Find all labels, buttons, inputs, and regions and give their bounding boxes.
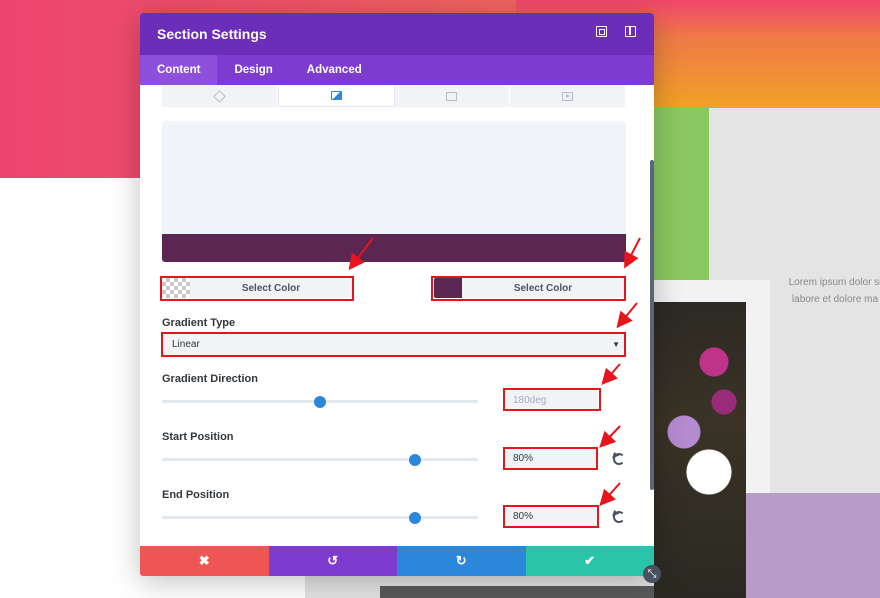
cancel-button[interactable]: ✖ <box>140 546 269 576</box>
subtab-image[interactable] <box>395 85 511 107</box>
save-button[interactable]: ✔ <box>525 546 654 576</box>
tab-content[interactable]: Content <box>140 55 218 85</box>
background-flower-photo <box>654 302 746 598</box>
end-position-knob[interactable] <box>408 511 421 524</box>
paint-bucket-icon <box>213 89 226 103</box>
gradient-direction-input[interactable]: 180deg <box>506 391 598 411</box>
gradient-direction-knob[interactable] <box>314 395 326 408</box>
fullscreen-icon[interactable] <box>596 26 607 37</box>
start-color-picker[interactable]: Select Color <box>162 278 352 298</box>
undo-button[interactable]: ↺ <box>268 546 397 576</box>
end-position-reset-icon[interactable] <box>613 511 625 523</box>
gradient-type-value: Linear <box>172 339 200 350</box>
background-lilac-block <box>746 493 880 598</box>
gradient-icon <box>330 91 342 100</box>
lorem-line-2: labore et dolore ma <box>791 294 879 305</box>
modal-header[interactable]: Section Settings <box>140 13 654 55</box>
settings-body: Select Color Select Color Gradient Type … <box>140 85 654 546</box>
end-position-label: End Position <box>162 489 230 501</box>
end-position-slider[interactable] <box>162 511 478 524</box>
subtab-color[interactable] <box>162 85 278 107</box>
start-position-label: Start Position <box>162 431 234 443</box>
background-lorem-text: Lorem ipsum dolor si labore et dolore ma <box>780 274 880 308</box>
modal-footer: ✖ ↺ ↻ ✔ <box>140 546 654 576</box>
settings-tabs: Content Design Advanced <box>140 55 654 85</box>
start-position-reset-icon[interactable] <box>613 453 625 465</box>
background-green-block <box>654 108 709 280</box>
section-settings-modal: Section Settings Content Design Advanced… <box>140 13 654 576</box>
end-color-label: Select Color <box>513 282 573 294</box>
video-icon <box>562 91 574 101</box>
gradient-type-label: Gradient Type <box>162 317 236 329</box>
start-position-input[interactable]: 80% <box>506 449 598 469</box>
tab-advanced[interactable]: Advanced <box>290 55 379 85</box>
subtab-gradient[interactable] <box>277 85 395 107</box>
settings-scrollbar[interactable] <box>650 160 654 490</box>
start-color-label: Select Color <box>241 282 301 294</box>
gradient-preview <box>162 121 626 262</box>
start-position-knob[interactable] <box>408 453 421 466</box>
modal-title: Section Settings <box>157 26 267 42</box>
image-icon <box>446 91 458 101</box>
gradient-type-select[interactable]: Linear ▼ <box>162 334 626 356</box>
end-position-input[interactable]: 80% <box>506 507 598 527</box>
start-color-swatch[interactable] <box>162 278 190 298</box>
lorem-line-1: Lorem ipsum dolor si <box>788 277 880 288</box>
start-position-slider[interactable] <box>162 453 478 466</box>
gradient-direction-slider[interactable] <box>162 395 478 408</box>
header-icons <box>596 26 636 37</box>
end-color-swatch[interactable] <box>434 278 462 298</box>
resize-handle-icon[interactable]: ⤡ <box>643 565 661 583</box>
end-color-picker[interactable]: Select Color <box>434 278 624 298</box>
chevron-down-icon: ▼ <box>612 340 620 349</box>
background-type-tabs <box>162 85 626 107</box>
gradient-direction-label: Gradient Direction <box>162 373 258 385</box>
background-bottom-image <box>380 586 654 598</box>
split-view-icon[interactable] <box>625 26 636 37</box>
tab-design[interactable]: Design <box>217 55 289 85</box>
subtab-video[interactable] <box>510 85 626 107</box>
redo-button[interactable]: ↻ <box>397 546 526 576</box>
